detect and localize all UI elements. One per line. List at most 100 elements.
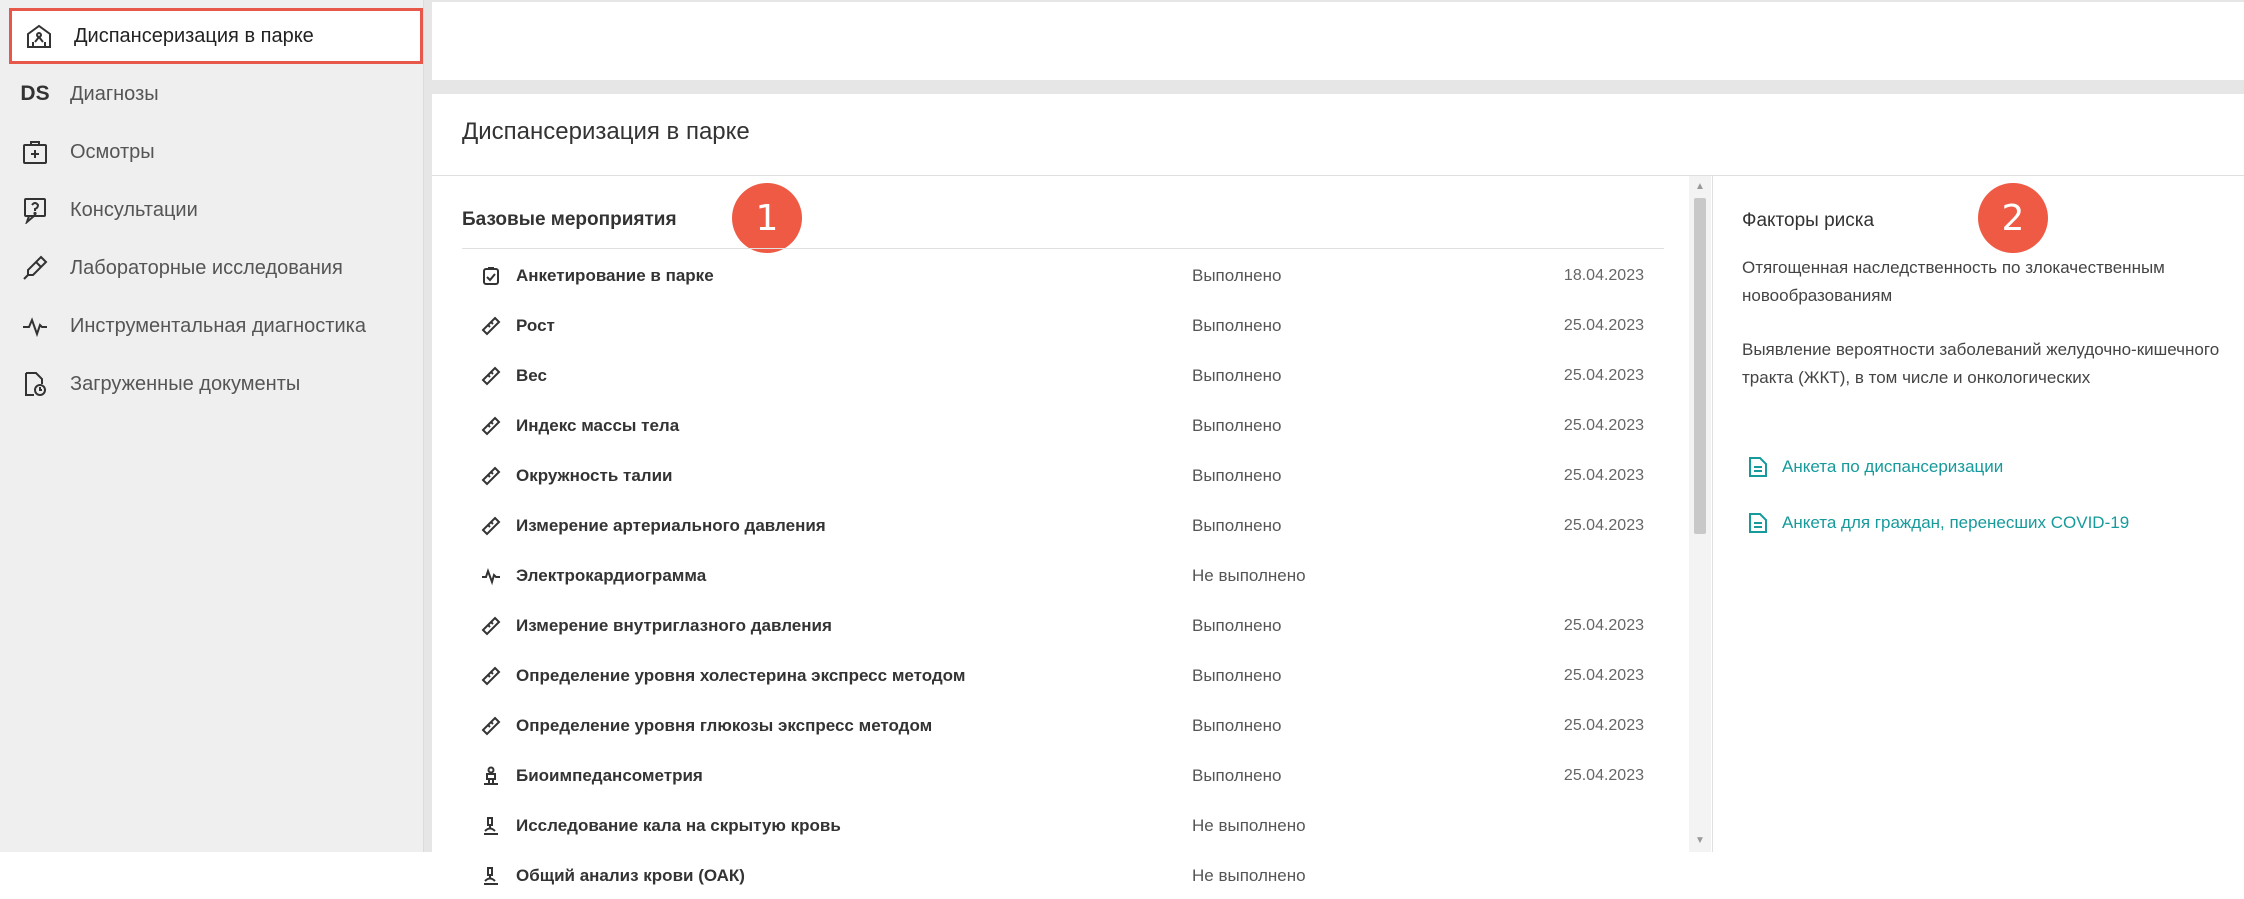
activity-date: 25.04.2023 <box>1563 466 1644 484</box>
ruler-icon <box>480 615 502 637</box>
file-icon <box>1749 457 1767 477</box>
activity-name: Биоимпедансометрия <box>516 765 703 785</box>
person-scale-icon <box>480 765 502 787</box>
activity-name: Электрокардиограмма <box>516 565 707 585</box>
activity-status: Выполнено <box>1192 265 1282 285</box>
separator <box>424 80 2244 94</box>
risk-factor-item: Отягощенная наследственность по злокачес… <box>1742 258 2165 305</box>
questionnaire-link[interactable]: Анкета по диспансеризации <box>1748 456 2003 478</box>
scroll-up-icon[interactable]: ▲ <box>1694 180 1706 194</box>
ruler-icon <box>480 715 502 737</box>
medical-case-icon <box>20 137 50 167</box>
table-row[interactable]: Измерение внутриглазного давления Выполне… <box>462 602 1662 649</box>
table-row[interactable]: Исследование кала на скрытую кровь Не вып… <box>462 802 1662 849</box>
activity-status: Выполнено <box>1192 615 1282 635</box>
top-bar <box>432 0 2244 82</box>
activity-name: Рост <box>516 315 555 335</box>
activity-status: Выполнено <box>1192 765 1282 785</box>
ruler-icon <box>480 515 502 537</box>
table-row[interactable]: Определение уровня глюкозы экспресс мето… <box>462 702 1662 749</box>
activity-date: 25.04.2023 <box>1563 766 1644 784</box>
file-icon <box>1749 513 1767 533</box>
sidebar-item-lab[interactable]: Лабораторные исследования <box>8 240 422 296</box>
risk-factors-title: Факторы риска <box>1742 210 1875 231</box>
sidebar-item-label: Консультации <box>70 198 198 221</box>
link-label: Анкета для граждан, перенесших COVID-19 <box>1782 513 2130 532</box>
table-row[interactable]: Окружность талии Выполнено 25.04.2023 <box>462 452 1662 499</box>
activity-status: Не выполнено <box>1192 565 1306 585</box>
sidebar-item-label: Осмотры <box>70 140 155 163</box>
activity-status: Не выполнено <box>1192 815 1306 835</box>
activity-name: Окружность талии <box>516 465 673 485</box>
activity-name: Определение уровня глюкозы экспресс мето… <box>516 715 933 735</box>
risk-factor-item: Выявление вероятности заболеваний желудо… <box>1742 340 2220 387</box>
table-row[interactable]: Общий анализ крови (ОАК) Не выполнено <box>462 852 1662 899</box>
table-row[interactable]: Определение уровня холестерина экспресс … <box>462 652 1662 699</box>
divider <box>462 248 1664 249</box>
activity-status: Не выполнено <box>1192 865 1306 885</box>
sidebar-item-examinations[interactable]: Осмотры <box>8 124 422 180</box>
page-title: Диспансеризация в парке <box>462 118 750 145</box>
activity-date: 25.04.2023 <box>1563 366 1644 384</box>
annotation-badge-1: 1 <box>732 183 802 253</box>
activity-name: Индекс массы тела <box>516 415 680 435</box>
annotation-badge-2: 2 <box>1978 183 2048 253</box>
microscope-icon <box>480 865 502 887</box>
divider <box>432 175 2244 176</box>
activity-name: Исследование кала на скрытую кровь <box>516 815 841 835</box>
ruler-icon <box>480 315 502 337</box>
separator <box>424 0 432 852</box>
table-row[interactable]: Электрокардиограмма Не выполнено <box>462 552 1662 599</box>
table-row[interactable]: Измерение артериального давления Выполнен… <box>462 502 1662 549</box>
table-row[interactable]: Индекс массы тела Выполнено 25.04.2023 <box>462 402 1662 449</box>
pulse-icon <box>20 311 50 341</box>
ruler-icon <box>480 415 502 437</box>
table-row[interactable]: Вес Выполнено 25.04.2023 <box>462 352 1662 399</box>
activity-status: Выполнено <box>1192 365 1282 385</box>
activity-name: Измерение артериального давления <box>516 515 826 535</box>
activity-date: 25.04.2023 <box>1563 616 1644 634</box>
sidebar-item-label: Диагнозы <box>70 82 159 105</box>
sidebar-item-label: Загруженные документы <box>70 372 301 395</box>
activity-date: 25.04.2023 <box>1563 716 1644 734</box>
ds-icon: DS <box>20 82 50 105</box>
sidebar-item-label: Лабораторные исследования <box>70 256 343 279</box>
scrollbar[interactable]: ▲ ▼ <box>1689 176 1711 852</box>
activity-date: 25.04.2023 <box>1563 516 1644 534</box>
activity-status: Выполнено <box>1192 465 1282 485</box>
table-row[interactable]: Анкетирование в парке Выполнено 18.04.2023 <box>462 252 1662 299</box>
table-row[interactable]: Рост Выполнено 25.04.2023 <box>462 302 1662 349</box>
pulse-icon <box>480 565 502 587</box>
scroll-thumb[interactable] <box>1694 198 1706 534</box>
activity-status: Выполнено <box>1192 715 1282 735</box>
activity-status: Выполнено <box>1192 515 1282 535</box>
clinic-icon <box>24 21 54 51</box>
ruler-icon <box>480 465 502 487</box>
sidebar-item-label: Диспансеризация в парке <box>74 24 314 47</box>
sidebar-item-label: Инструментальная диагностика <box>70 314 366 337</box>
activity-status: Выполнено <box>1192 665 1282 685</box>
document-icon <box>20 369 50 399</box>
activity-name: Измерение внутриглазного давления <box>516 615 832 635</box>
sidebar-item-instrumental[interactable]: Инструментальная диагностика <box>8 298 422 354</box>
covid-questionnaire-link[interactable]: Анкета для граждан, перенесших COVID-19 <box>1748 512 2129 534</box>
activity-status: Выполнено <box>1192 315 1282 335</box>
base-activities-title: Базовые мероприятия <box>462 209 677 230</box>
table-row[interactable]: Биоимпедансометрия Выполнено 25.04.2023 <box>462 752 1662 799</box>
checklist-icon <box>480 265 502 287</box>
microscope-icon <box>480 815 502 837</box>
sidebar-item-consultations[interactable]: Консультации <box>8 182 422 238</box>
ruler-icon <box>480 365 502 387</box>
activity-status: Выполнено <box>1192 415 1282 435</box>
activity-date: 25.04.2023 <box>1563 416 1644 434</box>
sidebar-item-diagnoses[interactable]: DS Диагнозы <box>8 66 422 122</box>
activity-name: Анкетирование в парке <box>516 265 714 285</box>
link-label: Анкета по диспансеризации <box>1782 457 2004 476</box>
sidebar-item-dispanserization[interactable]: Диспансеризация в парке <box>9 8 423 64</box>
activity-name: Общий анализ крови (ОАК) <box>516 865 745 885</box>
activity-name: Вес <box>516 365 547 385</box>
scroll-down-icon[interactable]: ▼ <box>1694 834 1706 848</box>
divider <box>1712 176 1713 852</box>
sidebar-item-documents[interactable]: Загруженные документы <box>8 356 422 412</box>
ruler-icon <box>480 665 502 687</box>
